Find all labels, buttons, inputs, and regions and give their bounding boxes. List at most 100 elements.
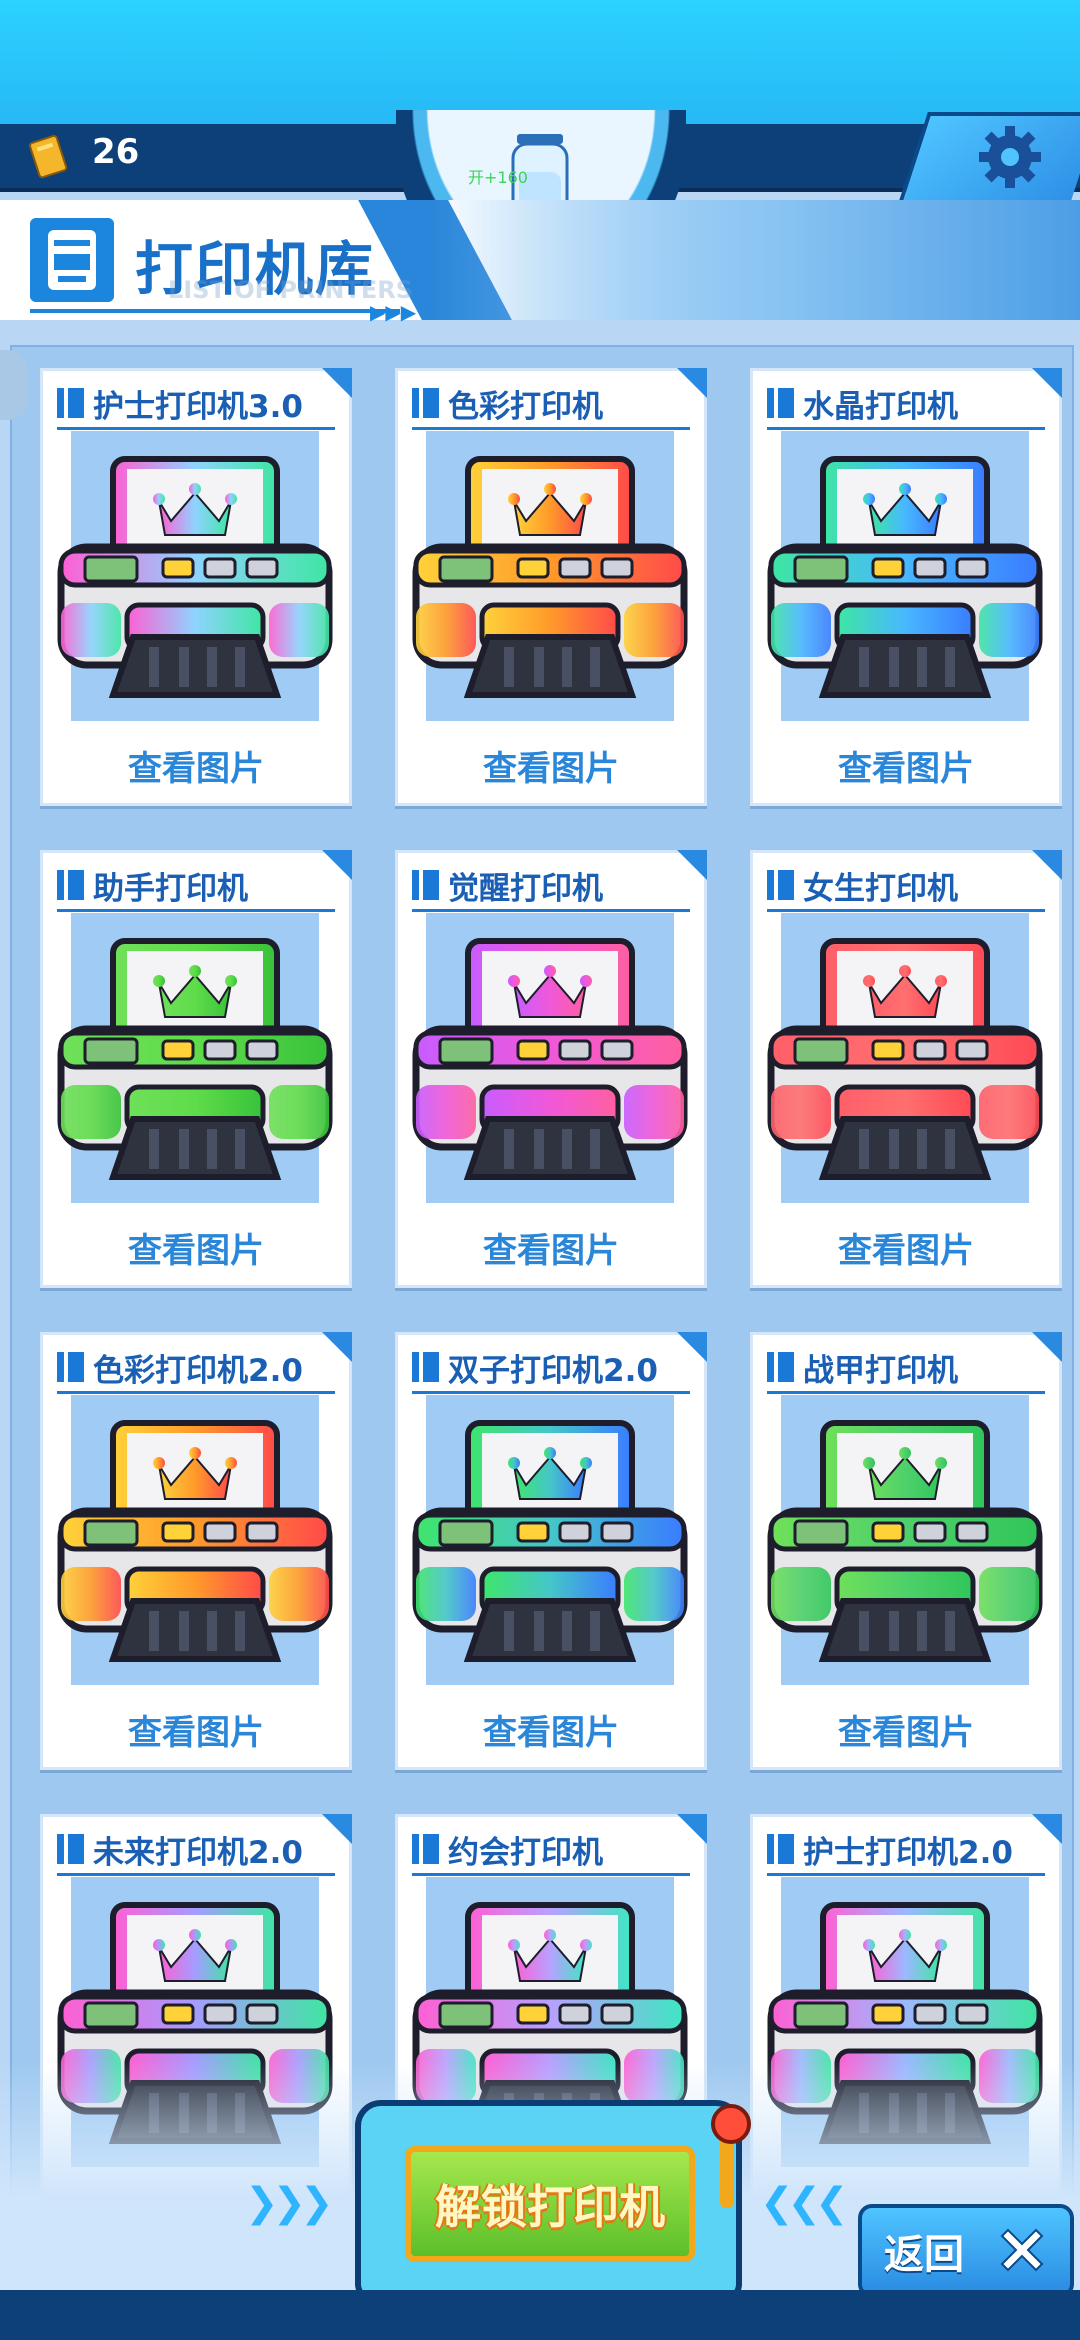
- printer-card[interactable]: 觉醒打印机 查看图片: [395, 850, 707, 1288]
- card-title: 色彩打印机2.0: [57, 1347, 303, 1389]
- card-title: 约会打印机: [412, 1829, 603, 1871]
- title-bars-icon: [57, 870, 87, 900]
- printer-name: 色彩打印机: [448, 388, 603, 425]
- printer-thumbnail[interactable]: [767, 1395, 1043, 1685]
- printer-thumbnail[interactable]: [767, 431, 1043, 721]
- card-title: 未来打印机2.0: [57, 1829, 303, 1871]
- title-line: [412, 1391, 690, 1394]
- title-bars-icon: [412, 1834, 442, 1864]
- view-image-button[interactable]: 查看图片: [43, 1705, 349, 1754]
- printer-thumbnail[interactable]: [57, 913, 333, 1203]
- printer-icon: [57, 938, 333, 1180]
- view-image-button[interactable]: 查看图片: [753, 1223, 1059, 1272]
- card-title: 双子打印机2.0: [412, 1347, 658, 1389]
- card-corner: [677, 850, 707, 880]
- printer-name: 未来打印机2.0: [93, 1834, 303, 1871]
- card-corner: [1032, 850, 1062, 880]
- view-image-button[interactable]: 查看图片: [753, 1705, 1059, 1754]
- title-line: [767, 1391, 1045, 1394]
- printer-card[interactable]: 女生打印机 查看图片: [750, 850, 1062, 1288]
- card-corner: [1032, 368, 1062, 398]
- card-corner: [677, 368, 707, 398]
- title-bars-icon: [57, 388, 87, 418]
- printer-name: 觉醒打印机: [448, 870, 603, 907]
- lever-knob-icon: [711, 2104, 751, 2144]
- printer-card[interactable]: 水晶打印机 查看图片: [750, 368, 1062, 806]
- view-image-button[interactable]: 查看图片: [398, 741, 704, 790]
- title-bars-icon: [767, 1834, 797, 1864]
- title-line: [57, 1873, 335, 1876]
- card-corner: [322, 1332, 352, 1362]
- printer-icon: [412, 1420, 688, 1662]
- view-image-button[interactable]: 查看图片: [398, 1705, 704, 1754]
- printer-card[interactable]: 护士打印机3.0 查看图片: [40, 368, 352, 806]
- card-title: 护士打印机2.0: [767, 1829, 1013, 1871]
- card-corner: [322, 850, 352, 880]
- card-title: 护士打印机3.0: [57, 383, 303, 425]
- title-bars-icon: [767, 388, 797, 418]
- title-arrows-icon: ▶▶▶: [370, 300, 417, 324]
- header-backdrop: [430, 200, 1080, 320]
- card-title: 色彩打印机: [412, 383, 603, 425]
- card-corner: [677, 1332, 707, 1362]
- gear-icon[interactable]: [975, 122, 1045, 192]
- printer-name: 女生打印机: [803, 870, 958, 907]
- card-corner: [677, 1814, 707, 1844]
- printer-name: 战甲打印机: [803, 1352, 958, 1389]
- printer-name: 助手打印机: [93, 870, 248, 907]
- printer-icon: [767, 938, 1043, 1180]
- left-chevrons-icon: ❯❯❯: [245, 2180, 334, 2226]
- unlock-printer-button[interactable]: 解锁打印机: [405, 2146, 695, 2262]
- jar-label: 开+160: [468, 168, 528, 187]
- printer-card[interactable]: 双子打印机2.0 查看图片: [395, 1332, 707, 1770]
- printer-icon: [767, 1420, 1043, 1662]
- card-title: 助手打印机: [57, 865, 248, 907]
- title-line: [767, 1873, 1045, 1876]
- back-label: 返回: [884, 2232, 964, 2278]
- card-title: 觉醒打印机: [412, 865, 603, 907]
- printer-icon: [57, 456, 333, 698]
- view-image-button[interactable]: 查看图片: [753, 741, 1059, 790]
- title-line: [412, 909, 690, 912]
- side-tab[interactable]: [0, 350, 28, 420]
- printer-icon: [57, 1420, 333, 1662]
- printer-thumbnail[interactable]: [767, 913, 1043, 1203]
- title-bars-icon: [767, 1352, 797, 1382]
- card-corner: [322, 1814, 352, 1844]
- printer-library-icon: [30, 218, 114, 302]
- view-image-button[interactable]: 查看图片: [43, 741, 349, 790]
- view-image-button[interactable]: 查看图片: [43, 1223, 349, 1272]
- printer-thumbnail[interactable]: [57, 431, 333, 721]
- printer-name: 护士打印机2.0: [803, 1834, 1013, 1871]
- printer-icon: [767, 456, 1043, 698]
- title-bars-icon: [57, 1834, 87, 1864]
- printer-thumbnail[interactable]: [57, 1395, 333, 1685]
- printer-thumbnail[interactable]: [412, 1395, 688, 1685]
- printer-thumbnail[interactable]: [412, 913, 688, 1203]
- card-title: 战甲打印机: [767, 1347, 958, 1389]
- printer-card[interactable]: 助手打印机 查看图片: [40, 850, 352, 1288]
- card-title: 女生打印机: [767, 865, 958, 907]
- title-line: [57, 1391, 335, 1394]
- back-button[interactable]: 返回: [858, 2204, 1074, 2298]
- printer-thumbnail[interactable]: [412, 431, 688, 721]
- printer-name: 色彩打印机2.0: [93, 1352, 303, 1389]
- printer-card[interactable]: 战甲打印机 查看图片: [750, 1332, 1062, 1770]
- printer-icon: [412, 938, 688, 1180]
- close-cross-icon: [1000, 2228, 1044, 2272]
- card-corner: [322, 368, 352, 398]
- title-bars-icon: [412, 870, 442, 900]
- card-corner: [1032, 1814, 1062, 1844]
- title-line: [412, 427, 690, 430]
- title-line: [767, 909, 1045, 912]
- title-bars-icon: [412, 388, 442, 418]
- card-title: 水晶打印机: [767, 383, 958, 425]
- printer-card[interactable]: 色彩打印机2.0 查看图片: [40, 1332, 352, 1770]
- bottom-bar: [0, 2290, 1080, 2340]
- ticket-icon: [29, 134, 68, 178]
- view-image-button[interactable]: 查看图片: [398, 1223, 704, 1272]
- printer-name: 双子打印机2.0: [448, 1352, 658, 1389]
- title-bars-icon: [767, 870, 797, 900]
- printer-card[interactable]: 色彩打印机 查看图片: [395, 368, 707, 806]
- title-line: [57, 909, 335, 912]
